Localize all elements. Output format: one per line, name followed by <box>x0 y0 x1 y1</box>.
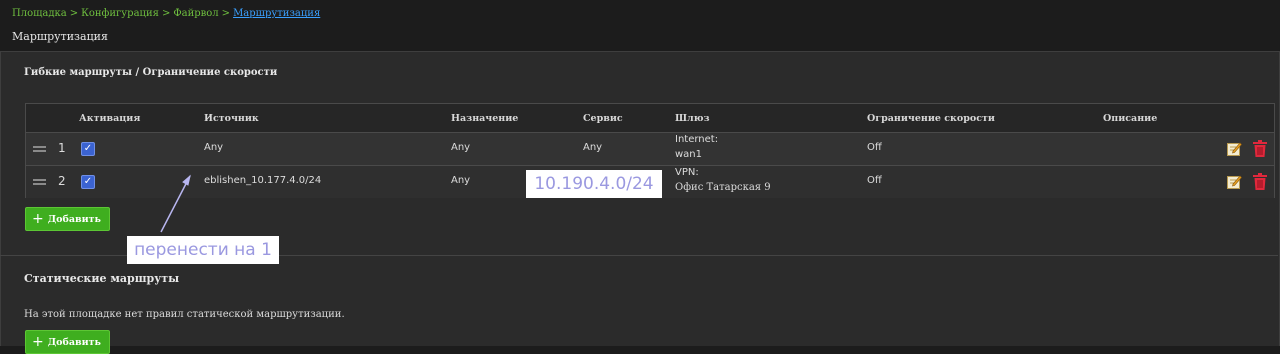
column-header-destination: Назначение <box>451 113 519 124</box>
add-button-label: Добавить <box>47 214 101 225</box>
destination-cell: Any <box>451 175 471 186</box>
breadcrumb-item-site[interactable]: Площадка <box>12 8 67 19</box>
speed-limit-cell: Off <box>867 142 882 153</box>
gateway-type: Internet: <box>675 134 719 145</box>
breadcrumb-item-routing[interactable]: Маршрутизация <box>233 8 320 19</box>
plus-icon: + <box>32 334 44 350</box>
source-cell: eblishen_10.177.4.0/24 <box>204 175 322 186</box>
column-header-speed-limit: Ограничение скорости <box>867 113 995 124</box>
breadcrumb-separator: > <box>69 8 79 19</box>
edit-icon[interactable] <box>1227 141 1242 156</box>
delete-icon[interactable] <box>1253 173 1267 190</box>
add-button-label: Добавить <box>47 337 101 348</box>
annotation-move-note: перенести на 1 <box>127 236 279 264</box>
drag-handle-icon[interactable] <box>33 179 46 185</box>
column-header-description: Описание <box>1103 113 1158 124</box>
breadcrumb: Площадка > Конфигурация > Файрвол > Маршрутиза… <box>12 8 320 19</box>
edit-icon[interactable] <box>1227 174 1242 189</box>
activation-checkbox[interactable]: ✓ <box>81 142 95 156</box>
delete-icon[interactable] <box>1253 140 1267 157</box>
source-cell: Any <box>204 142 224 153</box>
annotation-arrow-icon <box>160 174 191 233</box>
row-number: 2 <box>58 174 66 188</box>
breadcrumb-separator: > <box>221 8 231 19</box>
breadcrumb-item-configuration[interactable]: Конфигурация <box>81 8 159 19</box>
activation-checkbox[interactable]: ✓ <box>81 175 95 189</box>
table-row: 1 ✓ Any Any Any Internet: wan1 Off <box>26 133 1274 166</box>
static-routes-empty-message: На этой площадке нет правил статической … <box>24 309 345 320</box>
gateway-name: wan1 <box>675 149 703 160</box>
gateway-name: Офис Татарская 9 <box>675 182 771 193</box>
table-header: Активация Источник Назначение Сервис Шлю… <box>26 104 1274 133</box>
drag-handle-icon[interactable] <box>33 146 46 152</box>
plus-icon: + <box>32 211 44 227</box>
column-header-gateway: Шлюз <box>675 113 710 124</box>
column-header-source: Источник <box>204 113 259 124</box>
destination-cell: Any <box>451 142 471 153</box>
flex-routes-title: Гибкие маршруты / Ограничение скорости <box>24 67 278 78</box>
gateway-type: VPN: <box>675 167 699 178</box>
row-number: 1 <box>58 141 66 155</box>
static-routes-title: Статические маршруты <box>24 272 180 285</box>
annotation-ip-note: 10.190.4.0/24 <box>526 170 662 198</box>
page-title: Маршрутизация <box>12 30 108 43</box>
breadcrumb-separator: > <box>161 8 171 19</box>
column-header-service: Сервис <box>583 113 623 124</box>
add-flex-route-button[interactable]: + Добавить <box>25 207 110 231</box>
speed-limit-cell: Off <box>867 175 882 186</box>
add-static-route-button[interactable]: + Добавить <box>25 330 110 354</box>
column-header-activation: Активация <box>79 113 141 124</box>
breadcrumb-item-firewall[interactable]: Файрвол <box>173 8 218 19</box>
service-cell: Any <box>583 142 603 153</box>
